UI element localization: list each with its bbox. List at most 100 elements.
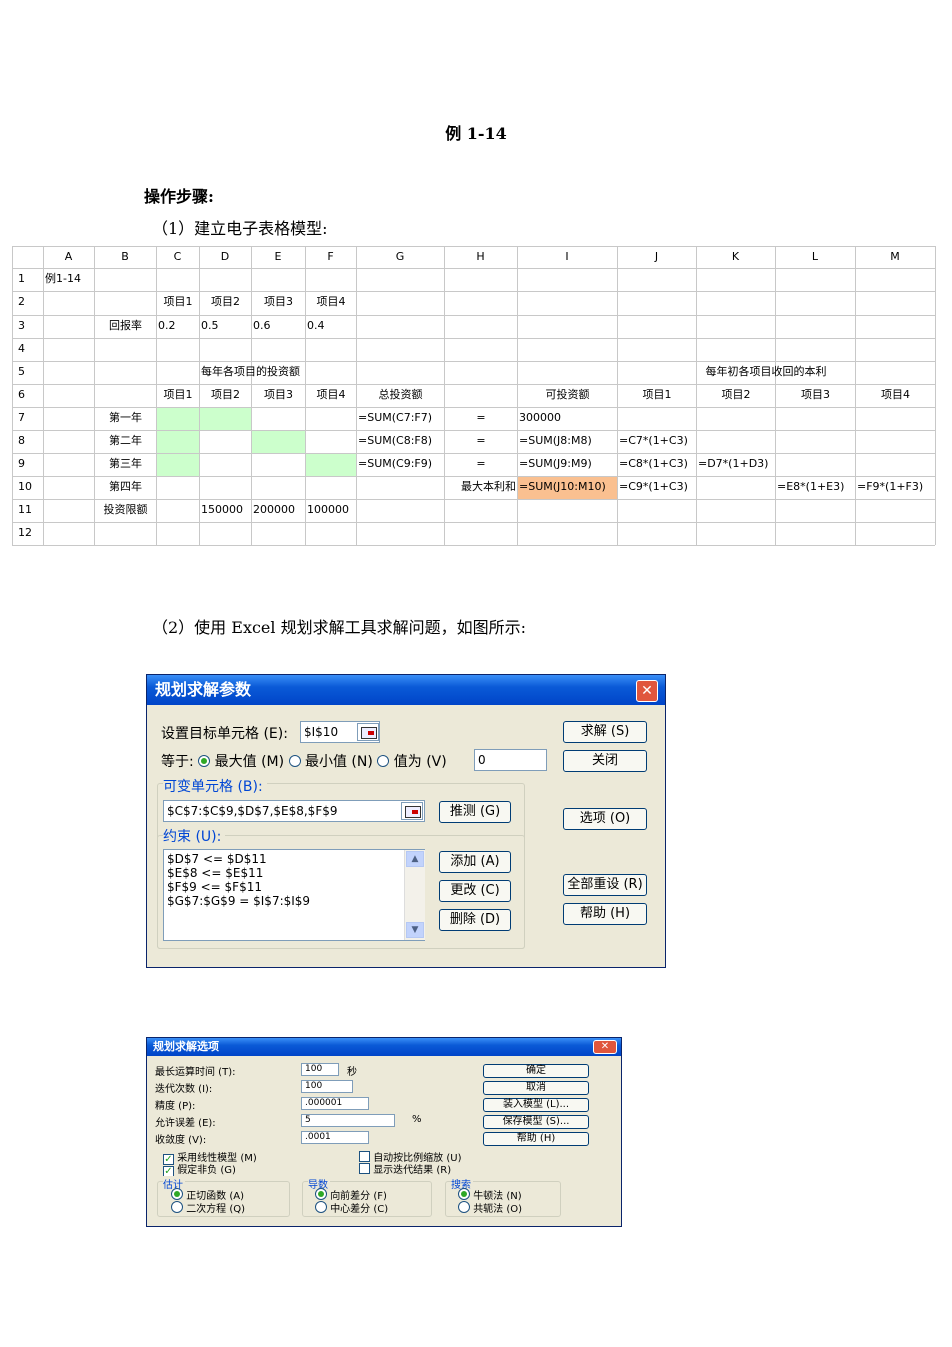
option-min[interactable]: 最小值 (N) <box>305 754 373 770</box>
grid-line <box>12 453 935 454</box>
checkbox-icon[interactable] <box>359 1163 370 1174</box>
table-cell: 例1-14 <box>45 272 81 285</box>
convergence-input[interactable]: .0001 <box>301 1131 369 1144</box>
table-cell: 第四年 <box>109 480 142 493</box>
equal-to-label: 等于: <box>161 754 194 770</box>
grid-line <box>12 338 935 339</box>
constraint-item[interactable]: $G$7:$G$9 = $I$7:$I$9 <box>167 894 424 908</box>
non-negative-label: 假定非负 (G) <box>177 1165 236 1176</box>
show-iterations-label: 显示迭代结果 (R) <box>373 1165 452 1176</box>
reset-all-button[interactable]: 全部重设 (R) <box>563 874 647 896</box>
max-time-input[interactable]: 100 <box>301 1063 339 1076</box>
ok-button[interactable]: 确定 <box>483 1064 589 1078</box>
table-cell: 项目3 <box>801 388 830 401</box>
load-model-button[interactable]: 装入模型 (L)... <box>483 1098 589 1112</box>
iterations-input[interactable]: 100 <box>301 1080 353 1093</box>
column-header: F <box>327 250 334 263</box>
row-header: 4 <box>18 342 25 355</box>
change-button[interactable]: 更改 (C) <box>439 880 511 902</box>
quadratic-option[interactable]: 二次方程 (Q) <box>171 1200 245 1215</box>
radio-checked-icon[interactable] <box>458 1188 470 1200</box>
constraint-item[interactable]: $E$8 <= $E$11 <box>167 866 424 880</box>
conjugate-option[interactable]: 共轭法 (O) <box>458 1200 522 1215</box>
collapse-dialog-icon-2[interactable] <box>401 802 423 820</box>
delete-button[interactable]: 删除 (D) <box>439 909 511 931</box>
tolerance-input[interactable]: 5 <box>301 1114 395 1127</box>
steps-heading: 操作步骤: <box>144 187 214 206</box>
column-header: I <box>565 250 569 263</box>
radio-icon[interactable] <box>315 1201 327 1213</box>
show-iterations-option[interactable]: 显示迭代结果 (R) <box>359 1161 451 1176</box>
option-value-of[interactable]: 值为 (V) <box>394 754 447 770</box>
save-model-button[interactable]: 保存模型 (S)... <box>483 1115 589 1129</box>
scroll-down-icon[interactable]: ▼ <box>406 922 424 938</box>
table-cell: =SUM(C8:F8) <box>358 434 433 447</box>
cancel-button[interactable]: 取消 <box>483 1081 589 1095</box>
grid-line <box>12 430 935 431</box>
central-option[interactable]: 中心差分 (C) <box>315 1200 388 1215</box>
help-button[interactable]: 帮助 (H) <box>563 903 647 925</box>
column-header: C <box>173 250 182 263</box>
convergence-label: 收敛度 (V): <box>155 1135 207 1146</box>
table-cell: =SUM(C9:F9) <box>358 457 433 470</box>
radio-icon[interactable] <box>458 1201 470 1213</box>
grid-line <box>251 246 252 545</box>
close-icon[interactable]: ✕ <box>593 1040 617 1054</box>
value-of-input[interactable]: 0 <box>474 749 547 771</box>
seconds-label: 秒 <box>347 1067 357 1078</box>
grid-line <box>444 246 445 545</box>
table-cell: 第一年 <box>109 411 142 424</box>
set-target-label: 设置目标单元格 (E): <box>161 726 288 742</box>
precision-input[interactable]: .000001 <box>301 1097 369 1110</box>
table-cell: =SUM(J8:M8) <box>519 434 592 447</box>
row-header: 3 <box>18 319 25 332</box>
target-cell-highlight <box>518 477 617 499</box>
iterations-label: 迭代次数 (I): <box>155 1084 213 1095</box>
radio-checked-icon[interactable] <box>315 1188 327 1200</box>
solve-button[interactable]: 求解 (S) <box>563 721 647 743</box>
row-header: 1 <box>18 272 25 285</box>
constraints-scrollbar[interactable]: ▲ ▼ <box>404 850 425 940</box>
radio-icon[interactable] <box>171 1201 183 1213</box>
options-button[interactable]: 选项 (O) <box>563 808 647 830</box>
constraints-list[interactable]: $D$7 <= $D$11 $E$8 <= $E$11 $F$9 <= $F$1… <box>163 849 425 941</box>
radio-min-icon[interactable] <box>288 755 301 767</box>
table-cell: = <box>476 411 486 424</box>
table-cell: = <box>476 457 486 470</box>
table-cell: 回报率 <box>109 319 142 332</box>
page-title: 例 1-14 <box>445 124 507 143</box>
guess-button[interactable]: 推测 (G) <box>439 801 511 823</box>
radio-value-icon[interactable] <box>377 755 390 767</box>
column-header: J <box>654 250 659 263</box>
table-cell: 第二年 <box>109 434 142 447</box>
add-button[interactable]: 添加 (A) <box>439 851 511 873</box>
non-negative-option[interactable]: ✓ 假定非负 (G) <box>163 1161 236 1177</box>
constraint-item[interactable]: $D$7 <= $D$11 <box>167 852 424 866</box>
radio-max-icon[interactable] <box>198 755 211 767</box>
grid-line <box>199 246 200 545</box>
table-cell: 第三年 <box>109 457 142 470</box>
solver-parameters-dialog: 规划求解参数 ✕ 设置目标单元格 (E): $I$10 等于: 最大值 (M) … <box>146 674 666 968</box>
option-max[interactable]: 最大值 (M) <box>215 754 284 770</box>
table-cell: 投资限额 <box>103 503 148 516</box>
close-icon[interactable]: ✕ <box>636 680 658 702</box>
grid-line <box>12 476 935 477</box>
step-1-text: （1）建立电子表格模型: <box>152 219 328 238</box>
column-header: B <box>121 250 129 263</box>
table-cell: =SUM(C7:F7) <box>358 411 433 424</box>
changing-cell-highlight <box>156 453 200 477</box>
grid-line <box>94 246 95 545</box>
changing-cells-input[interactable]: $C$7:$C$9,$D$7,$E$8,$F$9 <box>163 800 425 822</box>
radio-checked-icon[interactable] <box>171 1188 183 1200</box>
options-dialog-title: 规划求解选项 <box>147 1038 621 1056</box>
scroll-up-icon[interactable]: ▲ <box>406 851 424 867</box>
table-cell: 项目1 <box>163 295 193 308</box>
collapse-dialog-icon[interactable] <box>357 723 379 741</box>
table-cell: 200000 <box>253 503 295 516</box>
constraint-item[interactable]: $F$9 <= $F$11 <box>167 880 424 894</box>
row-header: 2 <box>18 295 25 308</box>
table-cell: 0.5 <box>201 319 219 332</box>
help-button[interactable]: 帮助 (H) <box>483 1132 589 1146</box>
close-button[interactable]: 关闭 <box>563 750 647 772</box>
conjugate-label: 共轭法 (O) <box>473 1204 523 1215</box>
